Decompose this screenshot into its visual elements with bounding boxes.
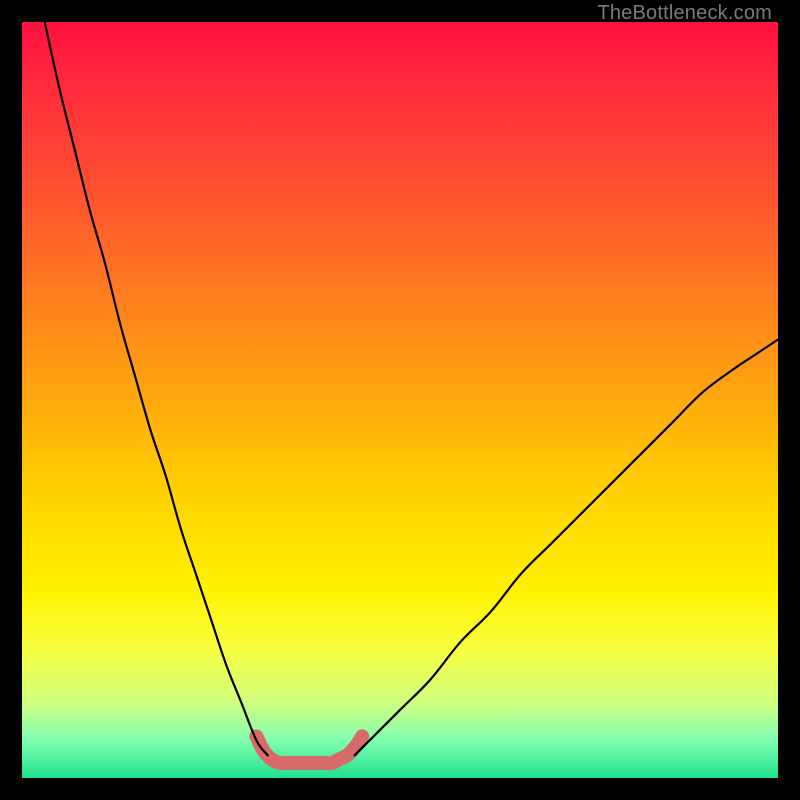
series-pink-trough	[256, 736, 362, 763]
series-left-curve	[45, 22, 268, 755]
chart-frame: TheBottleneck.com	[0, 0, 800, 800]
series-right-curve	[355, 340, 778, 756]
plot-svg	[22, 22, 778, 778]
plot-area	[22, 22, 778, 778]
